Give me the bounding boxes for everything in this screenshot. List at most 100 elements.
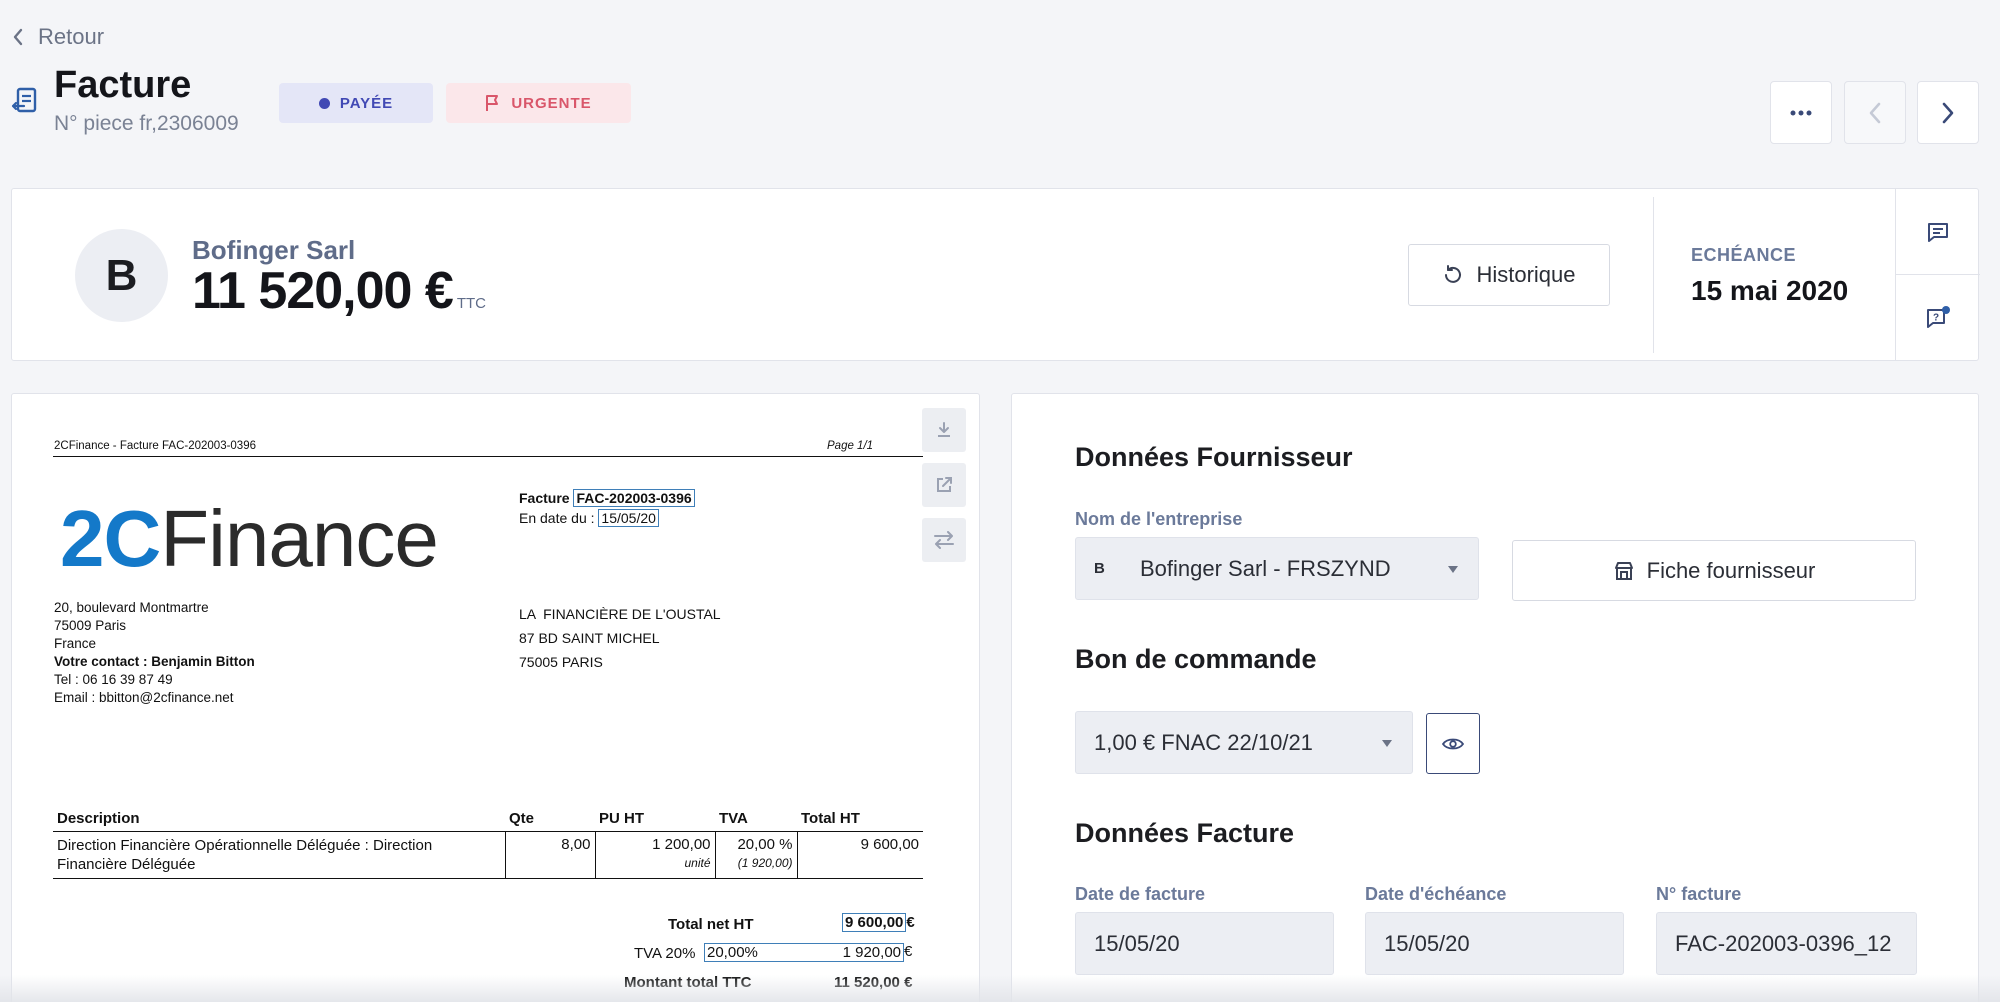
net-value: 9 600,00 bbox=[842, 913, 907, 932]
cell-pu: 1 200,00 unité bbox=[594, 831, 715, 879]
purchase-order-value: 1,00 € FNAC 22/10/21 bbox=[1094, 729, 1313, 755]
more-horizontal-icon bbox=[1790, 110, 1812, 115]
store-icon bbox=[1614, 561, 1633, 580]
table-row: Direction Financière Opérationnelle Délé… bbox=[53, 831, 923, 879]
tva-highlight: 20,00% 1 920,00 bbox=[704, 943, 904, 962]
company-logo: 2CFinance bbox=[60, 499, 439, 579]
cell-tva-rate: 20,00 % bbox=[737, 836, 793, 853]
cell-pu-value: 1 200,00 bbox=[652, 836, 711, 853]
invoice-number-input[interactable]: FAC-202003-0396_12 bbox=[1656, 912, 1917, 975]
invoice-number-value: FAC-202003-0396_12 bbox=[1675, 930, 1892, 956]
page-title: Facture bbox=[54, 64, 192, 106]
invoice-icon bbox=[11, 87, 37, 113]
due-date-field-label: Date d'échéance bbox=[1365, 884, 1507, 904]
invoice-document-preview: 2CFinance - Facture FAC-202003-0396 Page… bbox=[11, 393, 980, 1002]
invoice-date-value: 15/05/20 bbox=[1094, 930, 1180, 956]
chevron-right-icon bbox=[1942, 102, 1954, 123]
divider bbox=[1653, 197, 1654, 353]
logo-finance: Finance bbox=[160, 494, 439, 583]
supplier-section-title: Données Fournisseur bbox=[1075, 442, 1353, 472]
invoice-date-label: Date de facture bbox=[1075, 884, 1206, 904]
doc-invoice-number: FAC-202003-0396 bbox=[573, 489, 695, 507]
purchase-order-select[interactable]: 1,00 € FNAC 22/10/21 bbox=[1075, 711, 1413, 774]
download-button[interactable] bbox=[922, 408, 966, 452]
invoice-summary-card: B Bofinger Sarl 11 520,00 € TTC Historiqu… bbox=[11, 188, 1980, 361]
invoice-section-title: Données Facture bbox=[1075, 818, 1295, 848]
urgent-badge[interactable]: URGENTE bbox=[446, 83, 631, 123]
total-amount: 11 520,00 € TTC bbox=[192, 261, 486, 321]
side-actions: ? bbox=[1895, 189, 1980, 360]
badge-paid-label: PAYÉE bbox=[339, 94, 394, 112]
status-badge-paid: PAYÉE bbox=[279, 83, 433, 123]
back-label: Retour bbox=[38, 24, 105, 49]
company-select[interactable]: B Bofinger Sarl - FRSZYND bbox=[1075, 537, 1479, 600]
doc-invoice-label: Facture bbox=[519, 490, 570, 506]
cell-tva-amount: (1 920,00) bbox=[737, 856, 793, 870]
doc-date-line: En date du : 15/05/20 bbox=[519, 509, 659, 527]
doc-invoice-line: Facture FAC-202003-0396 bbox=[519, 489, 695, 507]
amount-value: 11 520,00 € bbox=[192, 262, 454, 320]
comment-icon bbox=[1928, 222, 1948, 242]
next-button[interactable] bbox=[1917, 81, 1979, 144]
history-label: Historique bbox=[1476, 262, 1576, 287]
download-icon bbox=[938, 422, 950, 437]
chevron-left-icon bbox=[1869, 102, 1881, 123]
badge-urgent-label: URGENTE bbox=[511, 94, 592, 112]
doc-ttc-value: 11 520,00 € bbox=[834, 974, 913, 991]
cell-tva: 20,00 % (1 920,00) bbox=[714, 831, 797, 879]
dot-icon bbox=[318, 97, 330, 109]
doc-date-label: En date du : bbox=[519, 510, 595, 526]
cell-pu-unit: unité bbox=[684, 856, 711, 870]
logo-2c: 2C bbox=[60, 494, 161, 583]
invoice-form-panel: Données Fournisseur Nom de l'entreprise … bbox=[1011, 393, 1979, 1002]
currency: € bbox=[904, 943, 913, 960]
sender-contact: Votre contact : Benjamin Bitton bbox=[54, 654, 255, 669]
chevron-left-icon bbox=[13, 28, 23, 46]
th-qte: Qte bbox=[505, 810, 595, 832]
back-link[interactable]: Retour bbox=[12, 24, 104, 50]
doc-total-net-value: 9 600,00 € bbox=[842, 913, 915, 932]
sender-line: 75009 Paris bbox=[54, 618, 127, 633]
tva-value: 1 920,00 bbox=[842, 944, 901, 961]
doc-recipient-address: LA FINANCIÈRE DE L'OUSTAL 87 BD SAINT MI… bbox=[519, 602, 721, 674]
th-pu: PU HT bbox=[595, 810, 715, 832]
due-date-input[interactable]: 15/05/20 bbox=[1365, 912, 1624, 975]
view-order-button[interactable] bbox=[1426, 713, 1480, 774]
external-link-icon bbox=[937, 477, 952, 492]
help-request-button[interactable]: ? bbox=[1896, 274, 1980, 359]
supplier-sheet-button[interactable]: Fiche fournisseur bbox=[1512, 540, 1916, 601]
th-tva: TVA bbox=[715, 810, 797, 832]
open-external-button[interactable] bbox=[922, 463, 966, 507]
history-button[interactable]: Historique bbox=[1408, 244, 1610, 306]
doc-total-net-label: Total net HT bbox=[668, 916, 754, 933]
cell-total: 9 600,00 bbox=[796, 831, 923, 879]
eye-icon bbox=[1442, 738, 1464, 749]
piece-number: N° piece fr,2306009 bbox=[54, 112, 239, 135]
caret-down-icon bbox=[1382, 739, 1392, 747]
doc-tva-values: 20,00% 1 920,00 € bbox=[704, 943, 912, 962]
sender-line: 20, boulevard Montmartre bbox=[54, 600, 209, 615]
swap-button[interactable] bbox=[922, 518, 966, 562]
company-letter: B bbox=[1094, 560, 1105, 577]
doc-header-left: 2CFinance - Facture FAC-202003-0396 bbox=[54, 440, 256, 452]
due-date-label: ECHÉANCE bbox=[1691, 245, 1797, 265]
previous-button[interactable] bbox=[1844, 81, 1906, 144]
svg-text:?: ? bbox=[1933, 313, 1939, 324]
history-icon bbox=[1445, 265, 1462, 283]
invoice-date-input[interactable]: 15/05/20 bbox=[1075, 912, 1334, 975]
supplier-avatar: B bbox=[75, 229, 168, 322]
caret-down-icon bbox=[1448, 565, 1458, 573]
due-date-value: 15 mai 2020 bbox=[1691, 275, 1849, 306]
more-options-button[interactable] bbox=[1770, 81, 1832, 144]
comments-button[interactable] bbox=[1896, 189, 1980, 274]
invoice-number-label: N° facture bbox=[1656, 884, 1742, 904]
cell-qte: 8,00 bbox=[504, 831, 595, 879]
due-date-field-value: 15/05/20 bbox=[1384, 930, 1470, 956]
recipient-line: LA FINANCIÈRE DE L'OUSTAL bbox=[519, 606, 721, 622]
th-description: Description bbox=[53, 810, 505, 832]
doc-date-value: 15/05/20 bbox=[598, 509, 659, 527]
swap-icon bbox=[934, 531, 954, 549]
table-header-row: Description Qte PU HT TVA Total HT bbox=[53, 810, 923, 832]
recipient-line: 75005 PARIS bbox=[519, 654, 603, 670]
doc-header-rule bbox=[53, 456, 923, 457]
